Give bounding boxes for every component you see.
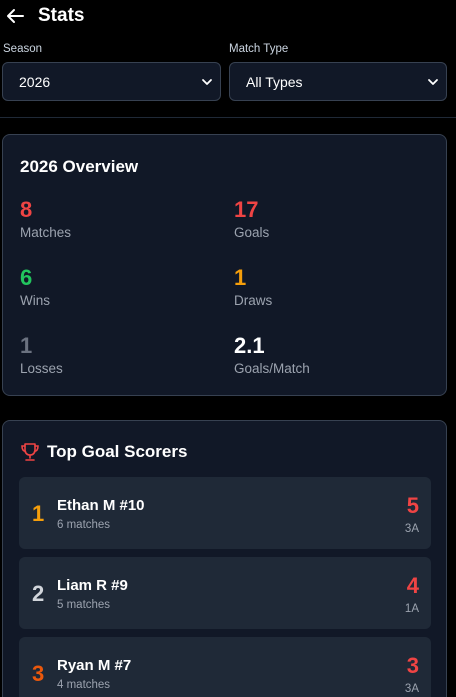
stat-label: Wins [20, 293, 50, 308]
stat-label: Goals [234, 225, 270, 240]
trophy-icon [21, 443, 39, 461]
arrow-left-icon [7, 9, 24, 23]
back-button[interactable] [4, 5, 26, 27]
season-label: Season [3, 43, 43, 55]
page-title: Stats [38, 5, 85, 26]
stat-value: 1 [20, 333, 33, 358]
player-assists: 3A [404, 683, 419, 695]
divider [0, 117, 456, 118]
match-type-select[interactable]: All Types [229, 62, 447, 101]
stat-value: 2.1 [234, 333, 265, 358]
stat-value: 17 [234, 197, 259, 222]
season-select[interactable]: 2026 [2, 62, 221, 101]
stat-value: 1 [234, 265, 247, 290]
stats-page: Stats Season 2026 Match Type All Types 2… [0, 0, 456, 697]
stat-label: Goals/Match [234, 361, 310, 376]
top-scorers-card: Top Goal Scorers 1 Ethan M #10 6 matches… [2, 420, 447, 697]
stat-value: 6 [20, 265, 33, 290]
player-goals: 5 [406, 493, 419, 518]
stat-label: Draws [234, 293, 273, 308]
top-scorers-title: Top Goal Scorers [47, 442, 188, 461]
scorer-rank: 1 [32, 501, 45, 526]
player-matches: 6 matches [57, 519, 111, 531]
stat-value: 8 [20, 197, 33, 222]
season-value: 2026 [19, 73, 51, 90]
scorer-rank: 3 [32, 661, 45, 686]
stat-draws: 1 Draws [234, 265, 273, 309]
player-assists: 1A [404, 603, 419, 615]
player-matches: 5 matches [57, 599, 111, 611]
stat-label: Matches [20, 225, 72, 240]
scorer-rank: 2 [32, 581, 45, 606]
overview-title: 2026 Overview [20, 157, 139, 176]
stat-goals-per-match: 2.1 Goals/Match [234, 333, 310, 377]
chevron-down-icon [202, 79, 212, 85]
player-goals: 4 [406, 573, 419, 598]
player-name: Ethan M #10 [57, 497, 145, 514]
player-name: Ryan M #7 [57, 657, 132, 674]
overview-card: 2026 Overview 8 Matches 17 Goals 6 Wins … [2, 134, 447, 396]
chevron-down-icon [428, 79, 438, 85]
player-name: Liam R #9 [57, 577, 128, 594]
header: Stats [0, 0, 456, 36]
player-goals: 3 [406, 653, 419, 678]
scorer-row[interactable]: 3 Ryan M #7 4 matches 3 3A [19, 637, 431, 697]
player-matches: 4 matches [57, 679, 111, 691]
stat-losses: 1 Losses [20, 333, 63, 377]
scorer-row[interactable]: 2 Liam R #9 5 matches 4 1A [19, 557, 431, 629]
player-assists: 3A [404, 523, 419, 535]
stat-label: Losses [20, 361, 63, 376]
stat-matches: 8 Matches [20, 197, 72, 241]
match-type-value: All Types [246, 73, 303, 90]
stat-goals: 17 Goals [234, 197, 270, 241]
scorer-row[interactable]: 1 Ethan M #10 6 matches 5 3A [19, 477, 431, 549]
match-type-label: Match Type [229, 43, 289, 55]
stat-wins: 6 Wins [20, 265, 50, 309]
